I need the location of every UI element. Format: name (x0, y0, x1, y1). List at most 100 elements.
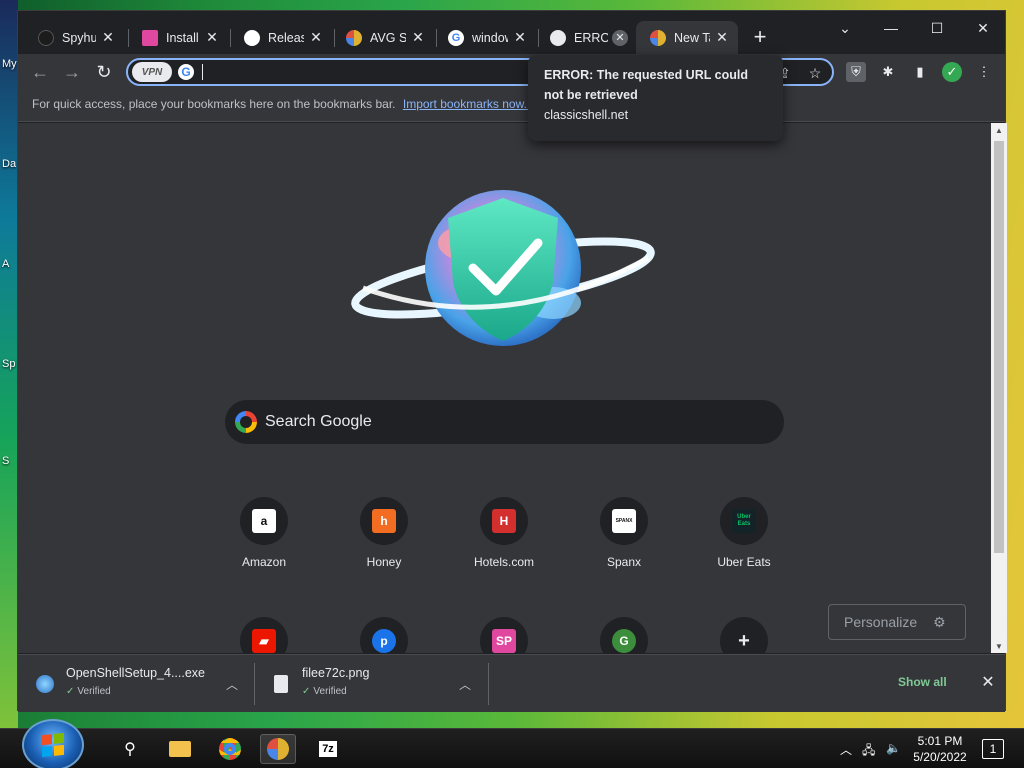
tab-error[interactable]: ERROR ✕ (536, 21, 636, 54)
tab-title: AVG Secure (370, 30, 406, 45)
desktop-icon-label[interactable]: A (2, 258, 9, 270)
tab-new-tab[interactable]: New Tab ✕ (636, 21, 738, 54)
avg-browser-icon (346, 29, 362, 46)
chevron-up-icon[interactable]: ︿ (223, 675, 241, 693)
shortcut-spanx[interactable]: SPANX Spanx (569, 497, 679, 569)
security-shield-icon[interactable]: ✓ (942, 62, 962, 82)
shortcut-doordash[interactable]: ▰ (209, 617, 319, 653)
bookmarks-hint: For quick access, place your bookmarks h… (32, 97, 396, 111)
volume-icon[interactable]: 🔈 (886, 741, 901, 755)
pandora-icon: p (372, 629, 396, 653)
desktop-icon-label[interactable]: My (2, 58, 17, 70)
github-icon (244, 29, 260, 46)
sidepanel-icon[interactable]: ▮ (910, 62, 930, 82)
reload-button[interactable]: ↻ (92, 60, 116, 84)
scrollbar-thumb[interactable] (994, 141, 1004, 553)
close-icon[interactable]: ✕ (512, 29, 528, 46)
shortcut-sp[interactable]: SP (449, 617, 559, 653)
show-all-downloads-link[interactable]: Show all (898, 675, 947, 689)
windows-logo-icon (42, 732, 64, 758)
adblock-extension-icon[interactable]: ⛨ (846, 62, 866, 82)
chevron-down-icon: ⌄ (839, 19, 851, 36)
system-clock[interactable]: 5:01 PM 5/20/2022 (908, 733, 972, 765)
close-icon[interactable]: ✕ (714, 29, 730, 46)
chevron-up-icon[interactable]: ︿ (840, 741, 852, 758)
start-button[interactable] (22, 719, 84, 768)
desktop-icon-label[interactable]: Sp (2, 358, 15, 370)
close-downloads-bar-button[interactable]: ✕ (978, 672, 998, 692)
desktop-icon-label[interactable]: S (2, 455, 9, 467)
bookmarks-bar: For quick access, place your bookmarks h… (18, 90, 1005, 122)
shortcut-uber-eats[interactable]: Uber Eats Uber Eats (689, 497, 799, 569)
uber-eats-icon: Uber Eats (732, 509, 756, 533)
shortcut-honey[interactable]: h Honey (329, 497, 439, 569)
chevron-up-icon[interactable]: ︿ (456, 675, 474, 693)
close-icon: ✕ (981, 674, 995, 691)
avg-browser-taskbar-icon[interactable] (260, 734, 296, 764)
shortcut-label: Hotels.com (473, 555, 535, 569)
google-search-box[interactable]: Search Google (225, 400, 784, 444)
tab-strip: Spyhunter ✕ Install Classic ✕ Releases ✕… (18, 11, 1005, 54)
shortcut-pandora[interactable]: p (329, 617, 439, 653)
downloads-bar: OpenShellSetup_4....exe ✓ Verified ︿ file… (18, 654, 1005, 712)
close-window-button[interactable]: ✕ (960, 13, 1006, 43)
tab-windows[interactable]: G windows ✕ (434, 21, 536, 54)
desktop-icon-label[interactable]: Da (2, 158, 16, 170)
new-tab-page: Search Google a Amazon h Honey H Hotels.… (18, 123, 991, 653)
tab-title: Spyhunter (62, 30, 96, 45)
scroll-down-icon[interactable]: ▼ (991, 639, 1007, 653)
minimize-button[interactable]: — (868, 13, 914, 43)
hover-card-title: ERROR: The requested URL could not be re… (544, 68, 748, 102)
vpn-badge[interactable]: VPN (132, 62, 172, 82)
new-tab-button[interactable]: + (748, 24, 772, 49)
google-icon: G (178, 64, 194, 80)
google-icon: G (448, 29, 464, 46)
maximize-button[interactable]: ☐ (914, 13, 960, 43)
scroll-up-icon[interactable]: ▲ (991, 123, 1007, 137)
download-item[interactable]: OpenShellSetup_4....exe ✓ Verified ︿ (18, 655, 253, 713)
search-icon[interactable]: ⚲ (112, 734, 148, 764)
text-caret (202, 64, 203, 80)
download-item[interactable]: filee72c.png ✓ Verified ︿ (254, 655, 488, 713)
arrow-left-icon: ← (31, 61, 49, 82)
close-icon[interactable]: ✕ (100, 29, 116, 46)
close-icon[interactable]: ✕ (612, 29, 628, 46)
tab-avg-secure[interactable]: AVG Secure ✕ (332, 21, 434, 54)
7zip-icon[interactable]: 7z (310, 734, 346, 764)
tab-spyhunter[interactable]: Spyhunter ✕ (24, 21, 124, 54)
minimize-icon: — (884, 20, 898, 36)
add-shortcut[interactable]: + (689, 617, 799, 653)
close-icon[interactable]: ✕ (308, 29, 324, 46)
shortcut-hotels[interactable]: H Hotels.com (449, 497, 559, 569)
close-icon[interactable]: ✕ (204, 29, 220, 46)
amazon-icon: a (252, 509, 276, 533)
menu-icon[interactable]: ⋮ (974, 62, 994, 82)
shortcut-amazon[interactable]: a Amazon (209, 497, 319, 569)
tab-search-button[interactable]: ⌄ (822, 13, 868, 43)
chrome-icon[interactable] (212, 734, 248, 764)
tab-releases[interactable]: Releases ✕ (230, 21, 332, 54)
network-icon[interactable]: 🖧 (862, 741, 875, 762)
extensions-icon[interactable]: ✱ (878, 62, 898, 82)
tab-title: windows (472, 30, 508, 45)
notification-center-icon[interactable]: 1 (982, 739, 1004, 759)
tab-title: Releases (268, 30, 304, 45)
import-bookmarks-link[interactable]: Import bookmarks now... (403, 97, 534, 111)
shortcut-label: Honey (366, 555, 402, 569)
check-icon: ✓ (66, 686, 75, 697)
personalize-button[interactable]: Personalize ⚙ (828, 604, 966, 640)
close-icon[interactable]: ✕ (410, 29, 426, 46)
tab-install[interactable]: Install Classic ✕ (128, 21, 228, 54)
shortcut-g[interactable]: G (569, 617, 679, 653)
star-icon[interactable]: ☆ (806, 64, 824, 82)
back-button[interactable]: ← (28, 60, 52, 84)
tab-title: New Tab (674, 30, 710, 45)
file-explorer-icon[interactable] (162, 734, 198, 764)
plus-icon: + (732, 629, 756, 653)
tab-title: Install Classic (166, 30, 200, 45)
arrow-right-icon: → (63, 61, 81, 82)
globe-icon (550, 29, 566, 46)
close-icon: ✕ (977, 19, 989, 36)
page-scrollbar[interactable]: ▲ ▼ (991, 123, 1007, 653)
forward-button[interactable]: → (60, 60, 84, 84)
